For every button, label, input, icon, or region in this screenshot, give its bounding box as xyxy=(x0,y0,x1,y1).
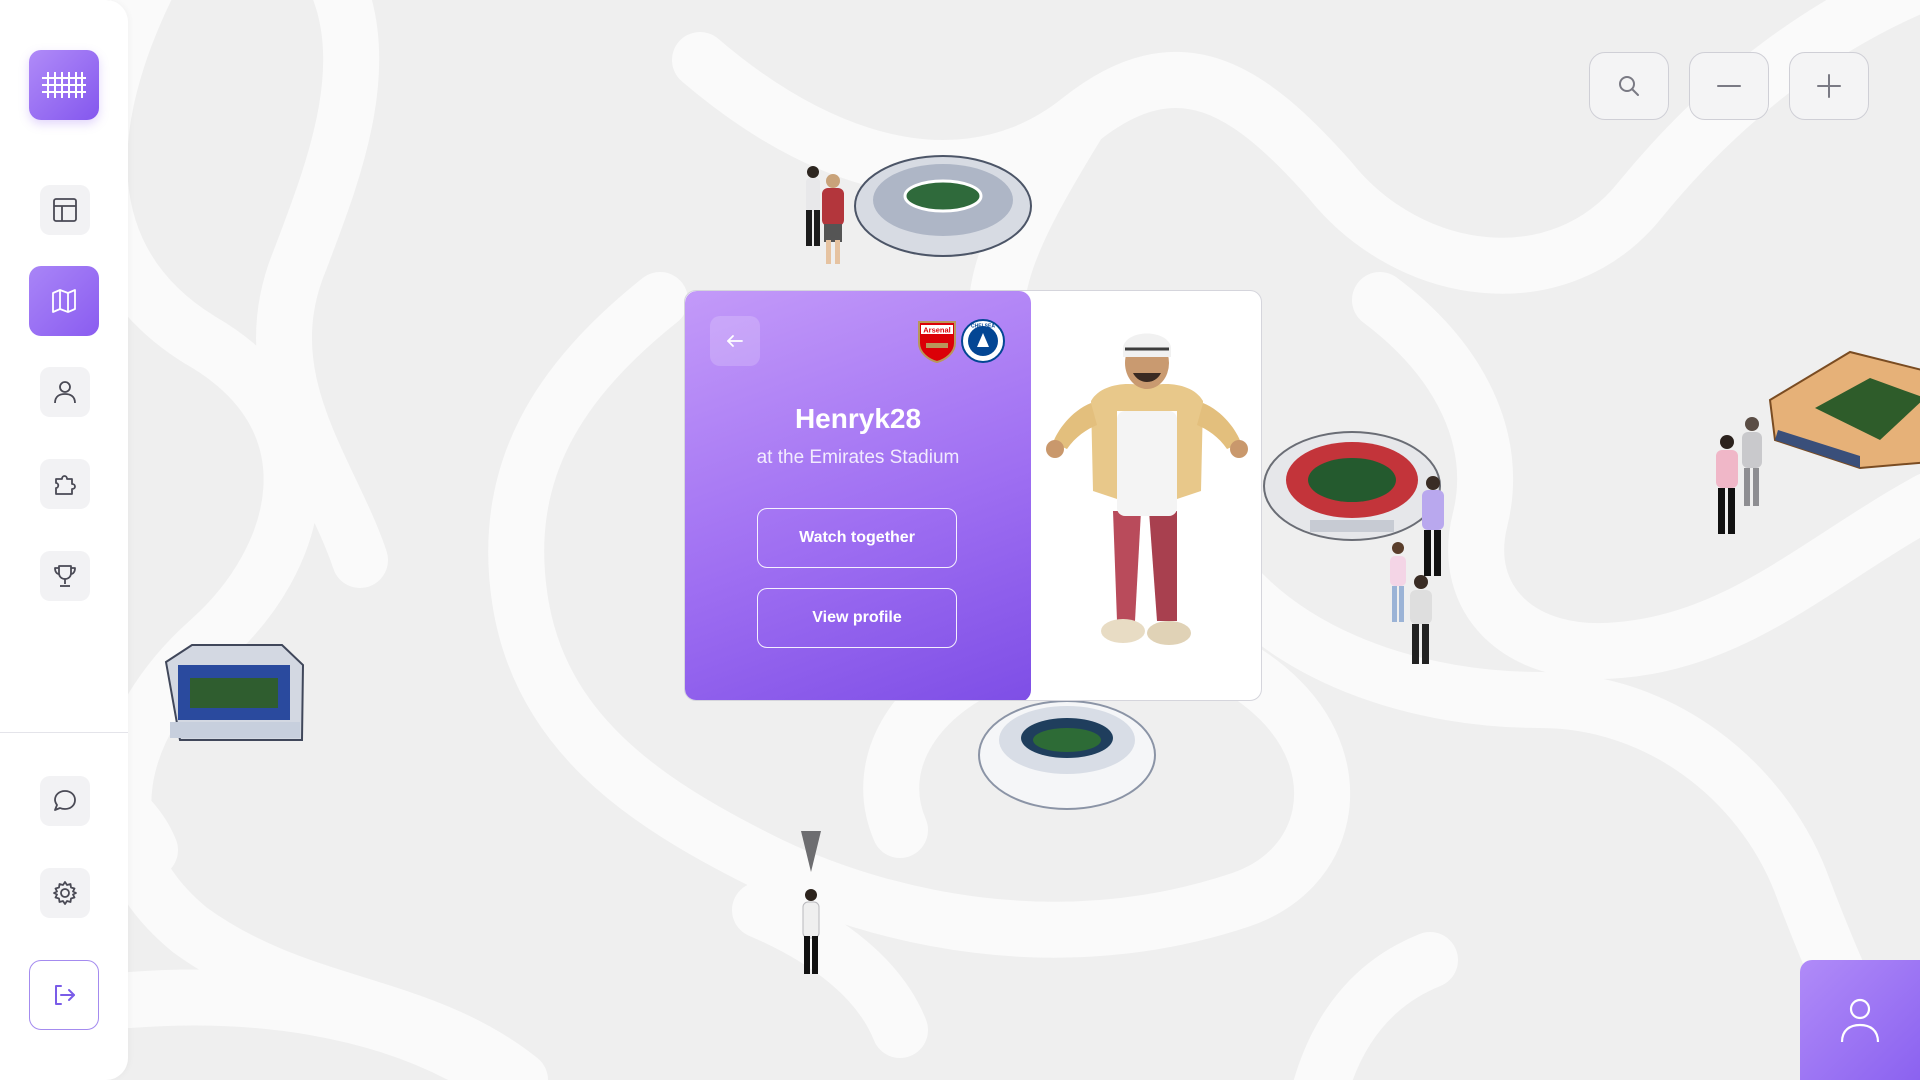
zoom-out-button[interactable] xyxy=(1689,52,1769,120)
zoom-in-button[interactable] xyxy=(1789,52,1869,120)
grid-logo-icon xyxy=(42,72,86,98)
avatar-3d-figure xyxy=(1031,291,1261,700)
trophy-icon xyxy=(54,565,76,587)
sidebar-item-map[interactable] xyxy=(29,266,99,336)
chelsea-badge-icon: CHELSEA xyxy=(961,319,1005,363)
sidebar-item-settings[interactable] xyxy=(40,868,90,918)
sidebar xyxy=(0,0,128,1080)
view-profile-button[interactable]: View profile xyxy=(757,588,957,648)
plus-icon xyxy=(1817,74,1841,98)
people-group-far-right xyxy=(1716,417,1762,534)
sidebar-item-dashboard[interactable] xyxy=(40,185,90,235)
sidebar-item-chat[interactable] xyxy=(40,776,90,826)
chat-icon xyxy=(54,790,76,811)
layout-icon xyxy=(53,198,77,222)
stadium-top[interactable] xyxy=(854,155,1032,257)
arsenal-badge-label: Arsenal xyxy=(923,326,951,335)
map-search-button[interactable] xyxy=(1589,52,1669,120)
map-icon xyxy=(52,289,76,313)
stadium-right[interactable] xyxy=(1768,350,1920,470)
stadium-bottom[interactable] xyxy=(978,700,1156,810)
logout-icon xyxy=(55,985,75,1005)
puzzle-icon xyxy=(55,475,76,495)
user-icon xyxy=(1840,998,1880,1043)
popup-info-panel: Arsenal CHELSEA Henryk28 at the Emirates… xyxy=(685,291,1031,700)
chelsea-badge-label: CHELSEA xyxy=(971,324,995,330)
gear-icon xyxy=(53,881,77,905)
back-button[interactable] xyxy=(710,316,760,366)
stadium-emirates[interactable] xyxy=(1263,431,1441,541)
user-popup-card: Arsenal CHELSEA Henryk28 at the Emirates… xyxy=(684,290,1262,701)
sidebar-item-trophies[interactable] xyxy=(40,551,90,601)
search-icon xyxy=(1619,76,1639,96)
my-profile-button[interactable] xyxy=(1800,960,1920,1080)
user-icon xyxy=(54,381,76,404)
popup-username: Henryk28 xyxy=(794,403,922,434)
logout-button[interactable] xyxy=(29,960,99,1030)
sidebar-divider xyxy=(0,732,128,733)
arsenal-badge-icon: Arsenal xyxy=(918,321,956,363)
sidebar-item-profile[interactable] xyxy=(40,367,90,417)
people-group-top xyxy=(806,166,844,264)
watch-together-button[interactable]: Watch together xyxy=(757,508,957,568)
minus-icon xyxy=(1717,85,1741,87)
app-logo-button[interactable] xyxy=(29,50,99,120)
arrow-left-icon xyxy=(727,335,743,347)
popup-location: at the Emirates Stadium xyxy=(756,447,960,468)
stadium-chelsea[interactable] xyxy=(164,644,305,741)
sidebar-item-extensions[interactable] xyxy=(40,459,90,509)
